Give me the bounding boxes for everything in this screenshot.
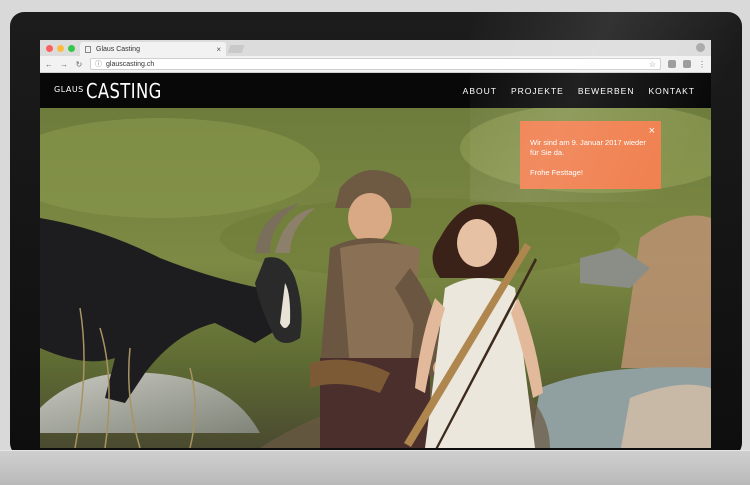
url-text: glauscasting.ch xyxy=(106,60,155,68)
hero-image: × Wir sind am 9. Januar 2017 wieder für … xyxy=(40,108,711,448)
main-nav: ABOUT PROJEKTE BEWERBEN KONTAKT xyxy=(463,86,695,96)
close-tab-icon[interactable]: × xyxy=(216,45,221,54)
info-icon: ⓘ xyxy=(95,61,102,68)
profile-icon[interactable] xyxy=(696,43,705,52)
nav-projekte[interactable]: PROJEKTE xyxy=(511,86,564,96)
new-tab-button[interactable] xyxy=(227,45,245,53)
logo-big-text: CASTING xyxy=(85,78,162,103)
nav-kontakt[interactable]: KONTAKT xyxy=(648,86,695,96)
browser-window: Glaus Casting × ← → ↻ ⓘ glauscasting.ch … xyxy=(40,40,711,448)
menu-icon[interactable]: ⋮ xyxy=(698,60,706,69)
close-window-button[interactable] xyxy=(46,45,53,52)
logo-small-text: GLAUS xyxy=(54,84,84,94)
notice-text: Wir sind am 9. Januar 2017 wieder für Si… xyxy=(530,138,646,158)
notice-greeting: Frohe Festtage! xyxy=(530,168,583,178)
holiday-notice: × Wir sind am 9. Januar 2017 wieder für … xyxy=(520,121,661,189)
close-icon[interactable]: × xyxy=(649,124,655,139)
monitor-stand xyxy=(0,450,750,485)
nav-bewerben[interactable]: BEWERBEN xyxy=(578,86,635,96)
page-icon xyxy=(85,45,91,53)
browser-tab[interactable]: Glaus Casting × xyxy=(80,42,226,56)
reload-icon[interactable]: ↻ xyxy=(75,60,83,69)
extension-icon[interactable] xyxy=(683,60,691,68)
tab-title: Glaus Casting xyxy=(96,45,140,53)
forward-icon[interactable]: → xyxy=(60,60,68,69)
browser-toolbar: ← → ↻ ⓘ glauscasting.ch ☆ ⋮ xyxy=(40,56,711,73)
nav-about[interactable]: ABOUT xyxy=(463,86,497,96)
site-logo[interactable]: GLAUS CASTING xyxy=(54,79,178,103)
extension-icon[interactable] xyxy=(668,60,676,68)
back-icon[interactable]: ← xyxy=(45,60,53,69)
address-bar[interactable]: ⓘ glauscasting.ch ☆ xyxy=(90,58,661,70)
site-header: GLAUS CASTING ABOUT PROJEKTE BEWERBEN KO… xyxy=(40,73,711,108)
bookmark-star-icon[interactable]: ☆ xyxy=(649,60,656,69)
tab-strip: Glaus Casting × xyxy=(40,40,711,56)
minimize-window-button[interactable] xyxy=(57,45,64,52)
window-controls xyxy=(46,45,75,52)
maximize-window-button[interactable] xyxy=(68,45,75,52)
